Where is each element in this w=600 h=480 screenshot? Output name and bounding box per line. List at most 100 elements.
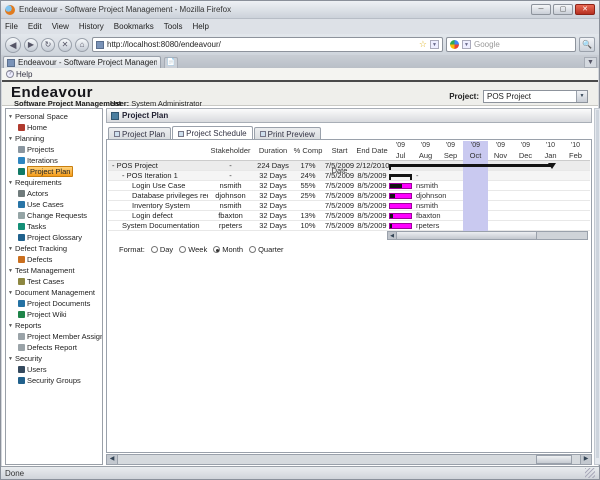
list-all-tabs-icon[interactable]: ▼ <box>584 57 597 68</box>
hscroll-thumb[interactable] <box>536 455 572 464</box>
sidebar-item-project-plan[interactable]: Project Plan <box>6 166 102 177</box>
reload-button[interactable]: ↻ <box>41 38 55 52</box>
search-go-icon[interactable]: 🔍 <box>579 37 595 52</box>
collapse-arrow-icon[interactable]: ▼ <box>8 114 13 120</box>
task-row-inventory-system[interactable]: Inventory Systemnsmith32 Days7/5/20098/5… <box>108 201 590 211</box>
vscroll-thumb[interactable] <box>596 110 599 458</box>
radio-icon[interactable] <box>151 246 158 253</box>
sidebar-section-document-management[interactable]: ▼Document Management <box>6 287 102 298</box>
format-option-day[interactable]: Day <box>151 245 173 254</box>
sidebar-item-project-member-assignments[interactable]: Project Member Assignments <box>6 331 102 342</box>
month-label: Dec <box>513 151 538 161</box>
sidebar-item-defects[interactable]: Defects <box>6 254 102 265</box>
gantt-scroll-thumb[interactable] <box>397 232 537 239</box>
minimize-button[interactable]: ─ <box>531 4 551 15</box>
gantt-bar-login-defect[interactable] <box>389 213 412 219</box>
gantt-bar-login-use-case[interactable] <box>389 183 412 189</box>
sidebar-section-personal-space[interactable]: ▼Personal Space <box>6 111 102 122</box>
task-row-login-defect[interactable]: Login defectfbaxton32 Days13%7/5/20098/5… <box>108 211 590 221</box>
sidebar-item-use-cases[interactable]: Use Cases <box>6 199 102 210</box>
sidebar-item-project-glossary[interactable]: Project Glossary <box>6 232 102 243</box>
collapse-arrow-icon[interactable]: ▼ <box>8 356 13 362</box>
task-row-database-privileges-request[interactable]: Database privileges requestdjohnson32 Da… <box>108 191 590 201</box>
hscroll-right-icon[interactable]: ▶ <box>580 455 591 464</box>
url-bar[interactable]: ☆ ▼ <box>92 37 443 52</box>
sidebar-item-test-cases[interactable]: Test Cases <box>6 276 102 287</box>
menu-file[interactable]: File <box>5 22 18 31</box>
collapse-arrow-icon[interactable]: ▼ <box>8 268 13 274</box>
url-input[interactable] <box>107 40 416 49</box>
sidebar-item-project-documents[interactable]: Project Documents <box>6 298 102 309</box>
stop-button[interactable]: ✕ <box>58 38 72 52</box>
sidebar-item-project-wiki[interactable]: Project Wiki <box>6 309 102 320</box>
year-label: '09 <box>488 141 513 151</box>
gantt-bar-pos-iteration-1[interactable] <box>389 174 412 177</box>
gantt-scroll-left-icon[interactable]: ◀ <box>388 232 397 239</box>
restore-button[interactable]: ▢ <box>553 4 573 15</box>
window-title: Endeavour - Software Project Management … <box>19 5 531 14</box>
url-dropdown-icon[interactable]: ▼ <box>430 40 439 49</box>
resize-grip-icon[interactable] <box>585 468 595 478</box>
sidebar-item-iterations[interactable]: Iterations <box>6 155 102 166</box>
browser-tab-endeavour[interactable]: Endeavour - Software Project Managem... <box>3 56 161 68</box>
sidebar-section-reports[interactable]: ▼Reports <box>6 320 102 331</box>
menu-history[interactable]: History <box>79 22 104 31</box>
format-option-month[interactable]: Month <box>213 245 243 254</box>
hscroll-left-icon[interactable]: ◀ <box>107 455 118 464</box>
tab-project-schedule[interactable]: Project Schedule <box>172 126 252 140</box>
project-select-arrow-icon[interactable]: ▼ <box>576 91 587 102</box>
year-label: '10 <box>538 141 563 151</box>
close-button[interactable]: ✕ <box>575 4 595 15</box>
format-option-quarter[interactable]: Quarter <box>249 245 283 254</box>
menu-tools[interactable]: Tools <box>164 22 183 31</box>
gantt-horizontal-scrollbar[interactable]: ◀ <box>387 231 588 240</box>
task-row-login-use-case[interactable]: Login Use Casensmith32 Days55%7/5/20098/… <box>108 181 590 191</box>
sidebar-section-security[interactable]: ▼Security <box>6 353 102 364</box>
menu-help[interactable]: Help <box>192 22 208 31</box>
radio-icon[interactable] <box>249 246 256 253</box>
home-button[interactable]: ⌂ <box>75 38 89 52</box>
new-tab-button[interactable]: 📄 <box>164 57 178 68</box>
gantt-bar-database-privileges-request[interactable] <box>389 193 412 199</box>
sidebar-item-security-groups[interactable]: Security Groups <box>6 375 102 386</box>
menu-view[interactable]: View <box>52 22 69 31</box>
radio-icon[interactable] <box>213 246 220 253</box>
collapse-arrow-icon[interactable]: ▼ <box>8 180 13 186</box>
menu-edit[interactable]: Edit <box>28 22 42 31</box>
task-row-pos-project[interactable]: - POS Project-224 Days17%7/5/20092/12/20… <box>108 161 590 171</box>
back-button[interactable]: ◀ <box>5 37 21 53</box>
radio-icon[interactable] <box>179 246 186 253</box>
task-row-pos-iteration-1[interactable]: - POS Iteration 1-32 Days24%7/5/20098/5/… <box>108 171 590 181</box>
sidebar-item-actors[interactable]: Actors <box>6 188 102 199</box>
sidebar-section-planning[interactable]: ▼Planning <box>6 133 102 144</box>
sidebar-item-projects[interactable]: Projects <box>6 144 102 155</box>
sidebar-item-defects-report[interactable]: Defects Report <box>6 342 102 353</box>
page-horizontal-scrollbar[interactable]: ◀ ▶ <box>106 454 592 465</box>
sidebar-item-change-requests[interactable]: Change Requests <box>6 210 102 221</box>
sidebar-item-users[interactable]: Users <box>6 364 102 375</box>
help-link[interactable]: Help <box>16 70 32 79</box>
gantt-bar-inventory-system[interactable] <box>389 203 412 209</box>
task-row-system-documentation[interactable]: System Documentationrpeters32 Days10%7/5… <box>108 221 590 231</box>
menu-bookmarks[interactable]: Bookmarks <box>114 22 154 31</box>
collapse-arrow-icon[interactable]: ▼ <box>8 290 13 296</box>
page-vertical-scrollbar[interactable] <box>594 108 600 465</box>
search-bar[interactable]: ▼ Google <box>446 37 576 52</box>
collapse-arrow-icon[interactable]: ▼ <box>8 136 13 142</box>
sidebar-section-requirements[interactable]: ▼Requirements <box>6 177 102 188</box>
current-month-highlight <box>463 211 488 221</box>
gantt-bar-pos-project[interactable] <box>389 164 552 167</box>
gantt-bar-system-documentation[interactable] <box>389 223 412 229</box>
format-option-week[interactable]: Week <box>179 245 207 254</box>
sidebar-section-defect-tracking[interactable]: ▼Defect Tracking <box>6 243 102 254</box>
sidebar-section-test-management[interactable]: ▼Test Management <box>6 265 102 276</box>
collapse-arrow-icon[interactable]: ▼ <box>8 323 13 329</box>
search-engine-dropdown-icon[interactable]: ▼ <box>462 40 471 49</box>
bookmark-star-icon[interactable]: ☆ <box>419 39 427 50</box>
project-select[interactable]: POS Project ▼ <box>483 90 588 103</box>
sidebar-item-home[interactable]: Home <box>6 122 102 133</box>
collapse-arrow-icon[interactable]: ▼ <box>8 246 13 252</box>
sidebar-item-tasks[interactable]: Tasks <box>6 221 102 232</box>
forward-button[interactable]: ▶ <box>24 38 38 52</box>
current-month-highlight <box>463 201 488 211</box>
